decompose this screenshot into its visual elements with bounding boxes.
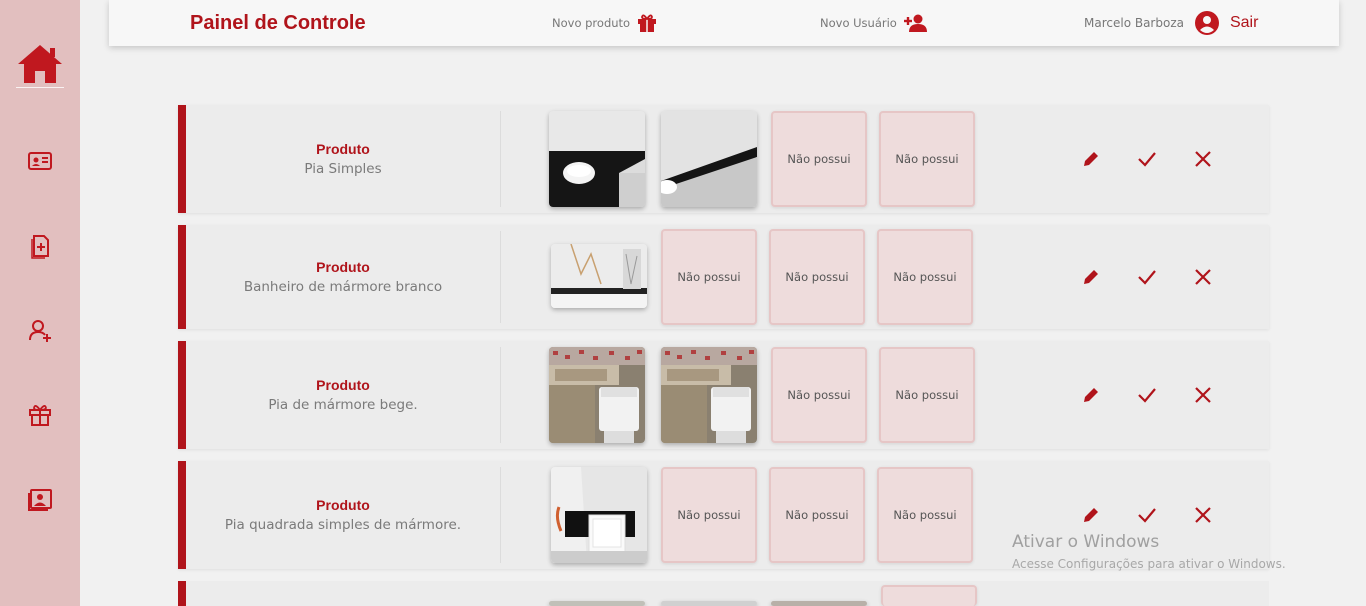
approve-check-icon[interactable] xyxy=(1136,148,1158,170)
sidebar-divider xyxy=(16,87,64,88)
top-header: Painel de Controle Novo produto Novo Usu… xyxy=(109,0,1339,46)
product-image[interactable] xyxy=(661,601,757,606)
user-name: Marcelo Barboza xyxy=(1084,16,1184,30)
edit-icon[interactable] xyxy=(1080,504,1102,526)
watermark-subtitle: Acesse Configurações para ativar o Windo… xyxy=(1012,557,1286,571)
product-label: Produto xyxy=(316,377,370,393)
product-image[interactable] xyxy=(549,601,645,606)
product-image[interactable] xyxy=(661,347,757,443)
delete-x-icon[interactable] xyxy=(1192,384,1214,406)
delete-x-icon[interactable] xyxy=(1192,266,1214,288)
product-image[interactable] xyxy=(549,111,645,207)
product-row: Produto Banheiro de mármore branco Não p… xyxy=(178,225,1269,329)
new-product-label: Novo produto xyxy=(552,16,631,30)
empty-image-slot[interactable]: Não possui xyxy=(879,347,975,443)
row-divider xyxy=(500,467,501,563)
edit-icon[interactable] xyxy=(1080,266,1102,288)
row-divider xyxy=(500,231,501,323)
product-name: Pia Simples xyxy=(304,161,382,177)
sidebar xyxy=(0,0,80,606)
product-image[interactable] xyxy=(551,244,647,308)
product-name: Banheiro de mármore branco xyxy=(243,279,443,295)
gift-icon xyxy=(636,12,658,34)
delete-x-icon[interactable] xyxy=(1192,504,1214,526)
empty-image-slot[interactable]: Não possui xyxy=(877,229,973,325)
user-menu: Marcelo Barboza Sair xyxy=(1084,10,1258,36)
empty-image-slot[interactable]: Não possui xyxy=(771,347,867,443)
empty-image-slot[interactable]: Não possui xyxy=(769,467,865,563)
product-image[interactable] xyxy=(771,601,867,606)
edit-icon[interactable] xyxy=(1080,384,1102,406)
empty-image-slot[interactable]: Não possui xyxy=(661,229,757,325)
product-row: Produto Pia Simples Não possui Não possu… xyxy=(178,105,1269,213)
approve-check-icon[interactable] xyxy=(1136,504,1158,526)
product-info: Produto Pia quadrada simples de mármore. xyxy=(186,461,500,569)
empty-image-slot[interactable] xyxy=(881,585,977,606)
document-add-icon[interactable] xyxy=(26,232,54,260)
product-label: Produto xyxy=(316,141,370,157)
new-user-link[interactable]: Novo Usuário xyxy=(820,12,929,34)
row-divider xyxy=(500,347,501,443)
user-plus-icon xyxy=(903,12,929,34)
user-badge-icon[interactable] xyxy=(26,485,54,513)
product-row: Produto Pia quadrada simples de mármore.… xyxy=(178,461,1269,569)
empty-image-slot[interactable]: Não possui xyxy=(879,111,975,207)
product-image[interactable] xyxy=(661,111,757,207)
empty-image-slot[interactable]: Não possui xyxy=(877,467,973,563)
empty-image-slot[interactable]: Não possui xyxy=(769,229,865,325)
new-product-link[interactable]: Novo produto xyxy=(552,12,658,34)
watermark-title: Ativar o Windows xyxy=(1012,532,1160,552)
account-circle-icon[interactable] xyxy=(1194,10,1220,36)
product-info: Produto Pia de mármore bege. xyxy=(186,341,500,449)
product-label: Produto xyxy=(316,497,370,513)
id-card-icon[interactable] xyxy=(26,147,54,175)
delete-x-icon[interactable] xyxy=(1192,148,1214,170)
product-row: Produto Pia de mármore bege. Não possui … xyxy=(178,341,1269,449)
page-title: Painel de Controle xyxy=(190,12,366,34)
new-user-label: Novo Usuário xyxy=(820,16,897,30)
product-image[interactable] xyxy=(551,467,647,563)
product-image[interactable] xyxy=(549,347,645,443)
product-name: Pia quadrada simples de mármore. xyxy=(224,517,462,533)
product-name: Pia de mármore bege. xyxy=(268,397,418,413)
home-icon[interactable] xyxy=(15,42,65,86)
logout-link[interactable]: Sair xyxy=(1230,14,1258,32)
product-info: Produto Banheiro de mármore branco xyxy=(186,225,500,329)
empty-image-slot[interactable]: Não possui xyxy=(661,467,757,563)
approve-check-icon[interactable] xyxy=(1136,266,1158,288)
approve-check-icon[interactable] xyxy=(1136,384,1158,406)
product-label: Produto xyxy=(316,259,370,275)
edit-icon[interactable] xyxy=(1080,148,1102,170)
gift-icon[interactable] xyxy=(26,400,54,428)
empty-image-slot[interactable]: Não possui xyxy=(771,111,867,207)
row-divider xyxy=(500,111,501,207)
user-add-icon[interactable] xyxy=(26,316,54,344)
product-info: Produto Pia Simples xyxy=(186,105,500,213)
product-row xyxy=(178,581,1269,606)
